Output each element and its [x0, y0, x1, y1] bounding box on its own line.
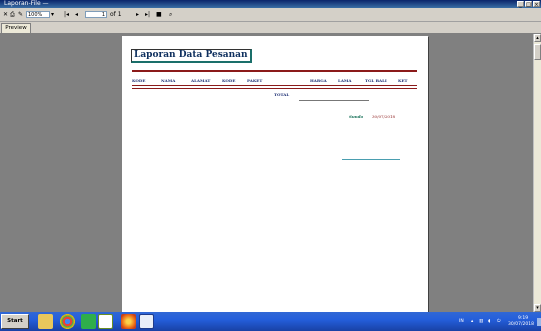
- header-bottom-rule: [132, 88, 417, 89]
- prev-page-icon[interactable]: ◂: [75, 11, 78, 19]
- page-number-input[interactable]: 1: [85, 11, 107, 18]
- scroll-thumb[interactable]: [534, 44, 541, 60]
- tab-preview[interactable]: Preview: [1, 23, 31, 33]
- first-page-icon[interactable]: |◂: [64, 11, 69, 19]
- column-header: LAMA: [338, 78, 352, 83]
- language-indicator[interactable]: IN: [459, 319, 464, 324]
- chrome-icon[interactable]: [60, 314, 75, 329]
- column-header: PAKET: [247, 78, 263, 83]
- clock-date: 30/07/2018: [508, 322, 534, 327]
- report-title: Laporan Data Pesanan: [131, 49, 252, 63]
- total-underline: [299, 100, 369, 101]
- header-top-rule: [132, 70, 417, 72]
- column-header: KODE: [222, 78, 236, 83]
- stop-icon[interactable]: ■: [156, 11, 162, 19]
- column-header: KET: [398, 78, 408, 83]
- column-header: NAMA: [161, 78, 176, 83]
- start-button[interactable]: Start: [1, 314, 29, 329]
- maximize-button[interactable]: □: [525, 1, 532, 8]
- total-label: TOTAL: [274, 92, 290, 97]
- search-icon[interactable]: ⌕: [169, 11, 172, 19]
- speaker-icon[interactable]: ◖: [488, 319, 490, 324]
- network-app-icon[interactable]: [98, 314, 113, 329]
- system-tray: IN ▴ ▥ ◖ ⏻ 9:19 30/07/2018: [456, 314, 541, 329]
- print-icon[interactable]: ⎙: [10, 11, 15, 19]
- column-header: HARGA: [310, 78, 327, 83]
- zoom-value: 100%: [28, 12, 43, 18]
- minimize-button[interactable]: _: [517, 1, 524, 8]
- scroll-down-icon[interactable]: ▾: [534, 304, 541, 312]
- scroll-up-icon[interactable]: ▴: [534, 34, 541, 42]
- report-toolbar: ✕ ⎙ ✎ 100% ▾ |◂ ◂ 1 of 1 ▸ ▸| ■ ⌕: [0, 8, 541, 22]
- firefox-icon[interactable]: [121, 314, 136, 329]
- file-explorer-icon[interactable]: [38, 314, 53, 329]
- page-total: of 1: [110, 11, 122, 18]
- network-icon[interactable]: ▥: [479, 319, 483, 324]
- signature-city: Sunda: [349, 114, 364, 119]
- clock-time: 9:19: [518, 316, 529, 321]
- signature-date: 30/07/2018: [372, 114, 396, 119]
- tab-strip: Preview: [0, 22, 541, 34]
- zoom-select[interactable]: 100%: [26, 11, 50, 18]
- title-bar: Laporan-File — _ □ ×: [0, 0, 541, 8]
- signature-line: [342, 159, 400, 160]
- export-icon[interactable]: ✎: [18, 11, 23, 19]
- zoom-dropdown-icon[interactable]: ▾: [51, 11, 54, 19]
- preview-area: Laporan Data Pesanan KODE NAMA ALAMAT KO…: [0, 34, 533, 312]
- vertical-scrollbar[interactable]: ▴ ▾: [533, 34, 541, 312]
- column-header: TGL BALI: [365, 78, 387, 83]
- header-bottom-rule: [132, 85, 417, 86]
- page-current: 1: [101, 12, 105, 18]
- next-page-icon[interactable]: ▸: [136, 11, 139, 19]
- window-title: Laporan-File —: [4, 0, 49, 7]
- spreadsheet-icon[interactable]: [81, 314, 96, 329]
- report-app-icon[interactable]: [139, 314, 154, 329]
- power-icon[interactable]: ⏻: [497, 319, 501, 324]
- tray-arrow-icon[interactable]: ▴: [471, 319, 473, 324]
- show-desktop-button[interactable]: [537, 318, 541, 326]
- close-preview-icon[interactable]: ✕: [3, 11, 8, 19]
- column-header: KODE: [132, 78, 146, 83]
- start-label: Start: [7, 318, 23, 324]
- close-button[interactable]: ×: [533, 1, 540, 8]
- column-header: ALAMAT: [191, 78, 211, 83]
- taskbar: Start IN ▴ ▥ ◖ ⏻ 9:19 30/07/2018: [0, 312, 541, 331]
- last-page-icon[interactable]: ▸|: [145, 11, 150, 19]
- report-page: Laporan Data Pesanan KODE NAMA ALAMAT KO…: [122, 36, 428, 312]
